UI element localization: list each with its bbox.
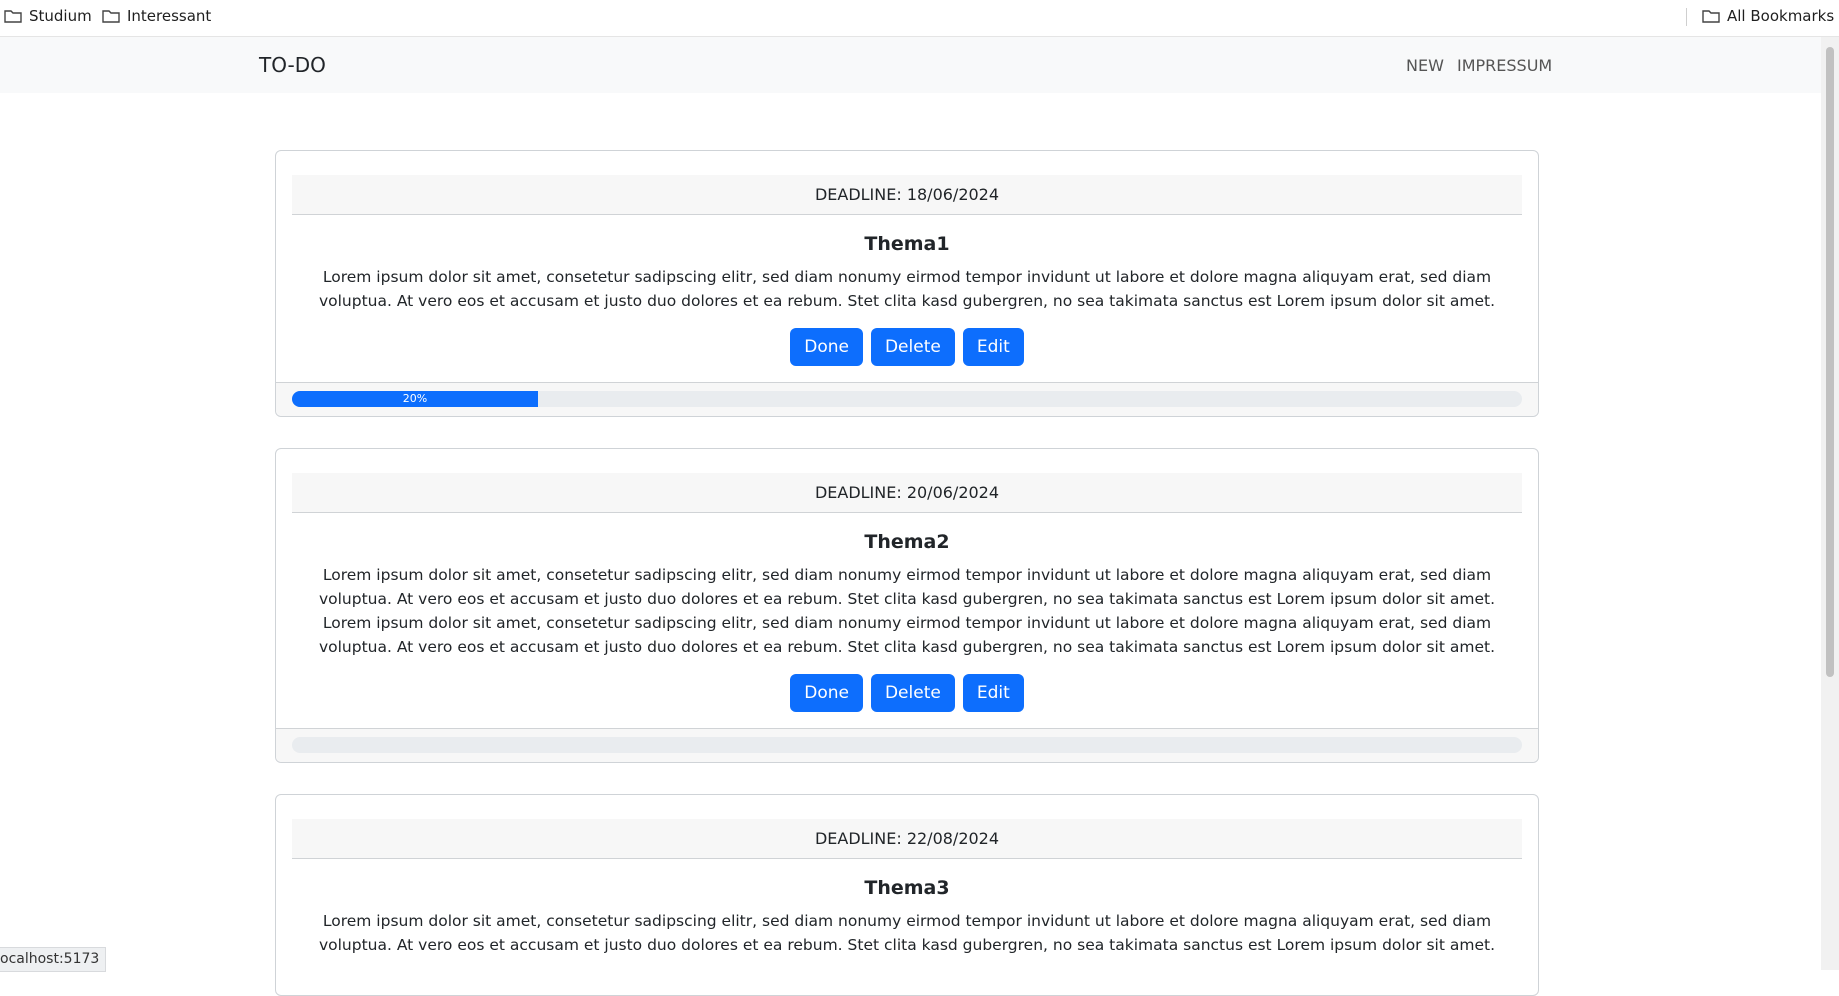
card-deadline: DEADLINE: 22/08/2024 [292, 819, 1522, 859]
card-title: Thema3 [864, 877, 950, 899]
done-button[interactable]: Done [790, 674, 863, 712]
scrollbar-thumb[interactable] [1826, 47, 1834, 677]
todo-card: DEADLINE: 22/08/2024 Thema3 Lorem ipsum … [275, 794, 1539, 996]
status-url: ocalhost:5173 [0, 947, 107, 972]
todo-card: DEADLINE: 20/06/2024 Thema2 Lorem ipsum … [275, 448, 1539, 763]
done-button[interactable]: Done [790, 328, 863, 366]
edit-button[interactable]: Edit [962, 674, 1024, 712]
todo-card: DEADLINE: 18/06/2024 Thema1 Lorem ipsum … [275, 150, 1539, 417]
card-title: Thema1 [864, 233, 950, 255]
all-bookmarks-label: All Bookmarks [1727, 7, 1835, 25]
bookmarks-divider [1686, 8, 1687, 26]
edit-button[interactable]: Edit [962, 328, 1024, 366]
card-deadline: DEADLINE: 20/06/2024 [292, 473, 1522, 513]
progress-bar-track: 20% [292, 391, 1522, 407]
card-deadline: DEADLINE: 18/06/2024 [292, 175, 1522, 215]
bookmark-studium[interactable]: Studium [4, 7, 92, 25]
nav-link-impressum[interactable]: IMPRESSUM [1457, 56, 1552, 75]
progress-bar-track [292, 737, 1522, 753]
progress-bar-fill: 20% [292, 391, 538, 407]
bookmarks-bar: Studium Interessant All Bookmarks [0, 0, 1839, 37]
folder-icon [102, 10, 120, 23]
folder-icon [1702, 10, 1720, 23]
card-text: Lorem ipsum dolor sit amet, consetetur s… [318, 566, 1496, 656]
nav-link-new[interactable]: NEW [1406, 56, 1444, 75]
navbar-brand[interactable]: TO-DO [259, 53, 326, 77]
bookmark-label: Studium [29, 7, 92, 25]
folder-icon [4, 10, 22, 23]
card-footer: 20% [276, 382, 1538, 416]
card-footer [276, 728, 1538, 762]
bookmark-label: Interessant [127, 7, 212, 25]
bookmark-interessant[interactable]: Interessant [102, 7, 211, 25]
card-actions: Done Delete Edit [276, 674, 1538, 712]
card-text: Lorem ipsum dolor sit amet, consetetur s… [318, 268, 1496, 310]
card-title: Thema2 [864, 531, 950, 553]
page-scrollbar[interactable] [1821, 37, 1839, 970]
card-actions: Done Delete Edit [276, 328, 1538, 366]
delete-button[interactable]: Delete [870, 674, 955, 712]
navbar: TO-DO NEW IMPRESSUM [0, 37, 1821, 93]
card-text: Lorem ipsum dolor sit amet, consetetur s… [318, 912, 1496, 954]
all-bookmarks-button[interactable]: All Bookmarks [1702, 7, 1834, 25]
delete-button[interactable]: Delete [870, 328, 955, 366]
